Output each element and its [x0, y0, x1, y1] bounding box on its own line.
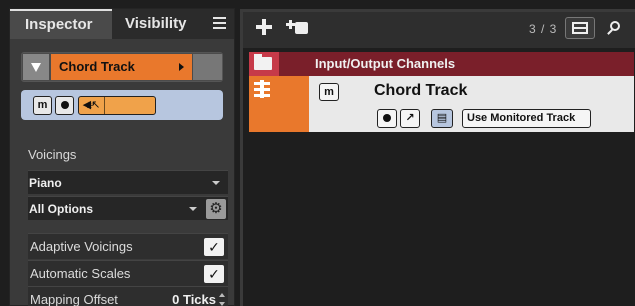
add-track-from-template-icon[interactable] [286, 19, 308, 35]
adaptive-voicings-label: Adaptive Voicings [30, 239, 133, 254]
record-enable-button[interactable] [55, 96, 74, 115]
read-automation-icon[interactable]: ↗ [400, 109, 420, 128]
chord-track-icon [252, 80, 272, 98]
track-visibility-list-icon[interactable] [565, 17, 595, 39]
track-count: 3 / 3 [529, 22, 558, 36]
use-monitored-track-button[interactable]: Use Monitored Track [462, 109, 591, 128]
chevron-down-icon [212, 181, 220, 185]
voices-icon[interactable]: ▤ [431, 109, 453, 128]
mapping-offset-row: Mapping Offset 0 Ticks [28, 286, 228, 306]
tab-visibility[interactable]: Visibility [125, 9, 186, 39]
track-mute-button[interactable]: m [319, 83, 339, 101]
track-color-strip[interactable] [249, 76, 309, 132]
tab-inspector[interactable]: Inspector [10, 9, 112, 39]
folder-icon[interactable] [249, 52, 279, 76]
voicing-options-value: All Options [29, 202, 93, 216]
adaptive-voicings-checkbox[interactable]: ✓ [204, 238, 224, 256]
inspector-track-name[interactable]: Chord Track [51, 54, 192, 80]
track-list-toolbar: 3 / 3 [243, 12, 635, 48]
folder-track-name[interactable]: Input/Output Channels [315, 52, 455, 76]
fold-triangle-icon[interactable] [23, 54, 49, 80]
playback-mode-group: ◀↖ ♩ ⤶ [78, 96, 156, 115]
voicings-heading: Voicings [28, 147, 77, 162]
mapping-offset-value[interactable]: 0 Ticks [172, 287, 216, 306]
mapping-offset-label: Mapping Offset [30, 292, 118, 306]
inspector-panel: Inspector Visibility Chord Track m ◀↖ ♩ … [9, 8, 235, 306]
inspector-tab-bar: Inspector Visibility [10, 9, 234, 39]
voicing-library-dropdown[interactable]: Piano [28, 170, 228, 194]
track-record-enable-button[interactable] [377, 109, 397, 128]
inspector-track-header[interactable]: Chord Track [21, 52, 223, 82]
chord-track-row[interactable]: m Chord Track ↗ ▤ Use Monitored Track [249, 76, 634, 132]
voicing-options-dropdown[interactable]: All Options ⚙ [28, 196, 228, 220]
automatic-scales-label: Automatic Scales [30, 266, 131, 281]
menu-icon[interactable] [213, 17, 226, 32]
adaptive-voicings-row: Adaptive Voicings ✓ [28, 233, 228, 259]
search-icon[interactable] [603, 17, 627, 39]
mute-button[interactable]: m [33, 96, 52, 115]
automatic-scales-checkbox[interactable]: ✓ [204, 265, 224, 283]
lock-icon[interactable]: ⤶ [79, 97, 105, 114]
chevron-right-icon[interactable] [172, 54, 192, 80]
chevron-down-icon [189, 207, 197, 211]
add-track-icon[interactable] [255, 18, 273, 36]
gear-icon[interactable]: ⚙ [206, 199, 226, 219]
voicing-library-value: Piano [29, 176, 62, 190]
track-controls-row: m ◀↖ ♩ ⤶ [21, 90, 223, 120]
track-list: 3 / 3 Input/Output Channels m Chord Trac… [240, 9, 635, 306]
folder-track-io-channels[interactable]: Input/Output Channels [249, 52, 634, 76]
automatic-scales-row: Automatic Scales ✓ [28, 260, 228, 286]
track-color-swatch[interactable] [193, 54, 222, 80]
track-name[interactable]: Chord Track [374, 82, 467, 100]
spinner-arrows-icon[interactable] [219, 293, 225, 306]
